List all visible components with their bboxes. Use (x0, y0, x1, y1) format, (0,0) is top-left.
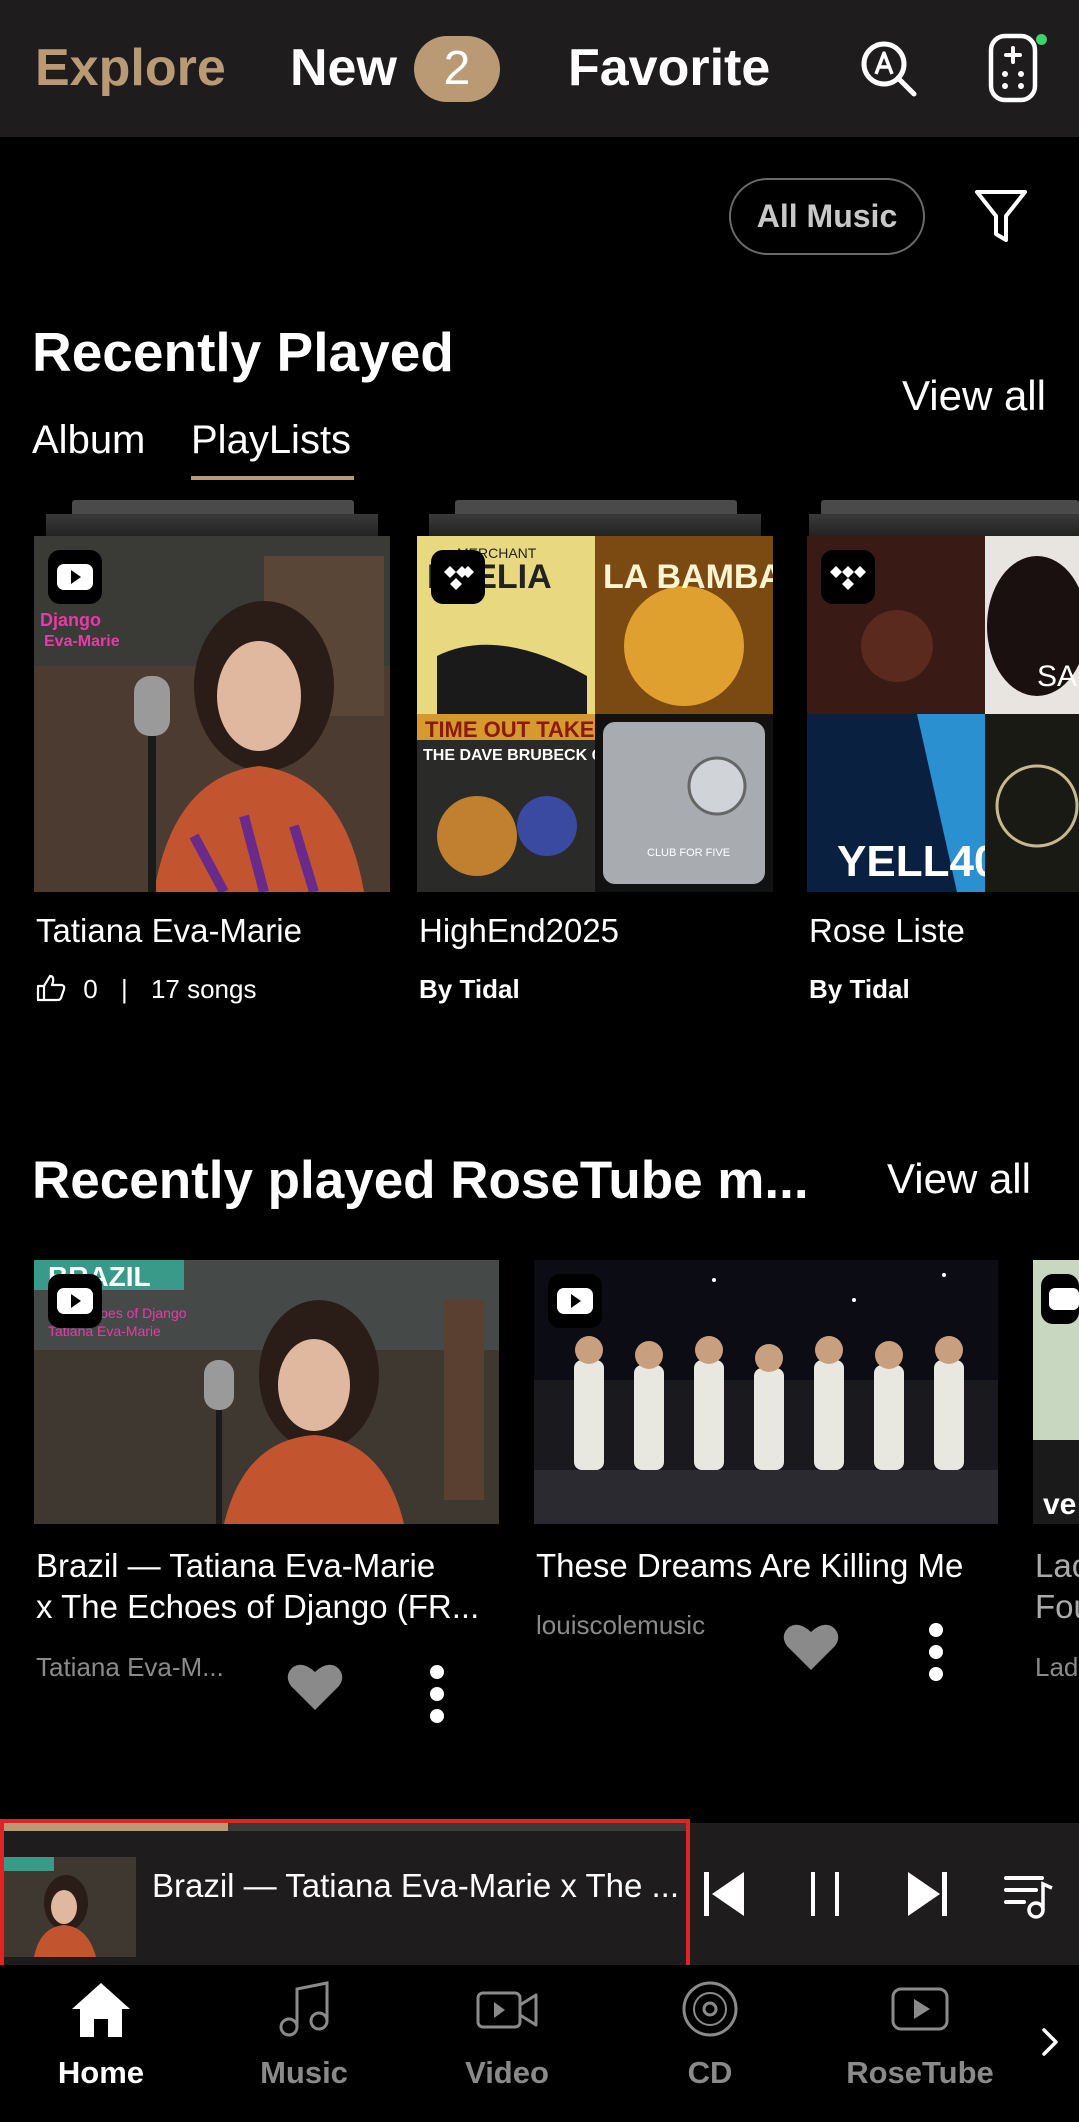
video-artist: Tatiana Eva-M... (36, 1652, 224, 1682)
pause-icon[interactable] (801, 1866, 851, 1922)
rosetube-heading: Recently played RoseTube m... (32, 1151, 809, 1210)
remote-control-icon[interactable] (985, 32, 1045, 104)
video-camera-icon (476, 1991, 538, 2029)
playlist-title: Rose Liste (809, 912, 965, 949)
stack-layer (809, 514, 1079, 536)
video-title: These Dreams Are Killing Me (536, 1545, 963, 1586)
svg-text:CLUB FOR FIVE: CLUB FOR FIVE (647, 847, 730, 859)
video-title-line: These Dreams Are Killing Me (536, 1547, 964, 1584)
youtube-icon (48, 1274, 102, 1328)
youtube-icon (548, 1274, 602, 1328)
nav-label: CD (687, 2055, 733, 2090)
video-thumbnail[interactable]: ve (1033, 1260, 1079, 1524)
stack-layer (72, 500, 354, 514)
filter-icon[interactable] (973, 186, 1029, 246)
connection-status-dot (1036, 34, 1047, 45)
new-count-badge: 2 (414, 36, 500, 102)
music-note-icon (279, 1981, 329, 2037)
heart-icon[interactable] (782, 1622, 840, 1672)
playlist-title: Tatiana Eva-Marie (36, 912, 302, 949)
recently-played-view-all[interactable]: View all (902, 372, 1046, 420)
nav-cd[interactable]: CD (630, 1965, 790, 2122)
more-options-icon[interactable] (427, 1664, 447, 1724)
video-title-line: Lac (1035, 1547, 1079, 1584)
video-thumbnail[interactable]: BRAZIL The Echoes of Django Tatiana Eva-… (34, 1260, 499, 1524)
meta-separator: | (120, 974, 128, 1004)
likes-count: 0 (83, 974, 98, 1004)
video-title-line: Brazil — Tatiana Eva-Marie (36, 1547, 436, 1584)
tab-new[interactable]: New (290, 38, 397, 98)
tab-favorite[interactable]: Favorite (568, 38, 770, 98)
home-icon (72, 1983, 130, 2037)
playlist-owner: By Tidal (419, 974, 520, 1004)
chevron-right-icon[interactable] (1036, 2022, 1066, 2062)
cd-disc-icon (682, 1981, 738, 2037)
video-card[interactable]: BRAZIL The Echoes of Django Tatiana Eva-… (34, 1260, 499, 1730)
thumbs-up-icon[interactable] (36, 974, 66, 1002)
playlist-cover[interactable]: Django Eva-Marie (34, 536, 390, 892)
youtube-icon (48, 550, 102, 604)
nav-label: Home (57, 2055, 145, 2090)
stack-layer (821, 500, 1079, 514)
video-artist: louiscolemusic (536, 1610, 706, 1640)
songs-count: 17 songs (150, 974, 257, 1004)
playlist-cover[interactable]: SA YELL40 (807, 536, 1079, 892)
stack-layer (455, 500, 737, 514)
tab-explore[interactable]: Explore (35, 38, 226, 98)
more-options-icon[interactable] (926, 1622, 946, 1682)
video-title: Brazil — Tatiana Eva-Marie x The Echoes … (36, 1545, 479, 1627)
nav-label: Video (465, 2055, 549, 2090)
subtab-album[interactable]: Album (32, 418, 145, 463)
nav-video[interactable]: Video (427, 1965, 587, 2122)
rosetube-play-icon (891, 1987, 949, 2031)
mini-player-highlight-box (0, 1819, 690, 1969)
recently-played-heading: Recently Played (32, 321, 454, 383)
playlist-cover[interactable]: PHELIA MERCHANT LA BAMBA TIME OUT TAKE F… (417, 536, 773, 892)
svg-text:YELL40: YELL40 (837, 837, 998, 886)
all-music-filter-button[interactable]: All Music (729, 178, 925, 255)
tidal-icon (821, 550, 875, 604)
subtab-playlists[interactable]: PlayLists (191, 418, 351, 463)
top-bar: Explore New 2 Favorite (0, 0, 1079, 137)
svg-text:Eva-Marie: Eva-Marie (44, 633, 120, 650)
stack-layer (46, 514, 378, 536)
svg-text:SA: SA (1037, 660, 1077, 693)
stack-layer (429, 514, 761, 536)
playlist-owner: By Tidal (809, 974, 910, 1004)
video-title-line: x The Echoes of Django (FR... (36, 1588, 480, 1625)
previous-track-icon[interactable] (700, 1866, 750, 1922)
svg-text:Django: Django (40, 610, 101, 630)
search-icon[interactable] (858, 38, 918, 98)
heart-icon[interactable] (286, 1662, 344, 1712)
svg-text:LA BAMBA: LA BAMBA (603, 558, 773, 596)
queue-icon[interactable] (1002, 1866, 1056, 1922)
video-card[interactable]: These Dreams Are Killing Me louiscolemus… (534, 1260, 998, 1730)
playlist-meta: 0 | 17 songs (36, 974, 256, 1005)
video-title-line: Fou (1035, 1588, 1079, 1625)
video-artist: Lad (1035, 1652, 1079, 1682)
video-title: Lac Fou (1035, 1545, 1079, 1627)
svg-text:ve: ve (1043, 1488, 1076, 1521)
nav-label: RoseTube (846, 2055, 994, 2090)
nav-rosetube[interactable]: RoseTube (840, 1965, 1000, 2122)
video-thumbnail[interactable] (534, 1260, 998, 1524)
active-subtab-indicator (191, 476, 354, 480)
next-track-icon[interactable] (902, 1866, 952, 1922)
nav-music[interactable]: Music (224, 1965, 384, 2122)
tidal-icon (431, 550, 485, 604)
bottom-navigation: Home Music Video CD RoseTube (0, 1965, 1079, 2122)
nav-label: Music (260, 2055, 348, 2090)
nav-home[interactable]: Home (21, 1965, 181, 2122)
rosetube-view-all[interactable]: View all (887, 1155, 1031, 1203)
video-card[interactable]: ve Lac Fou Lad (1033, 1260, 1079, 1730)
playlist-title: HighEnd2025 (419, 912, 619, 949)
